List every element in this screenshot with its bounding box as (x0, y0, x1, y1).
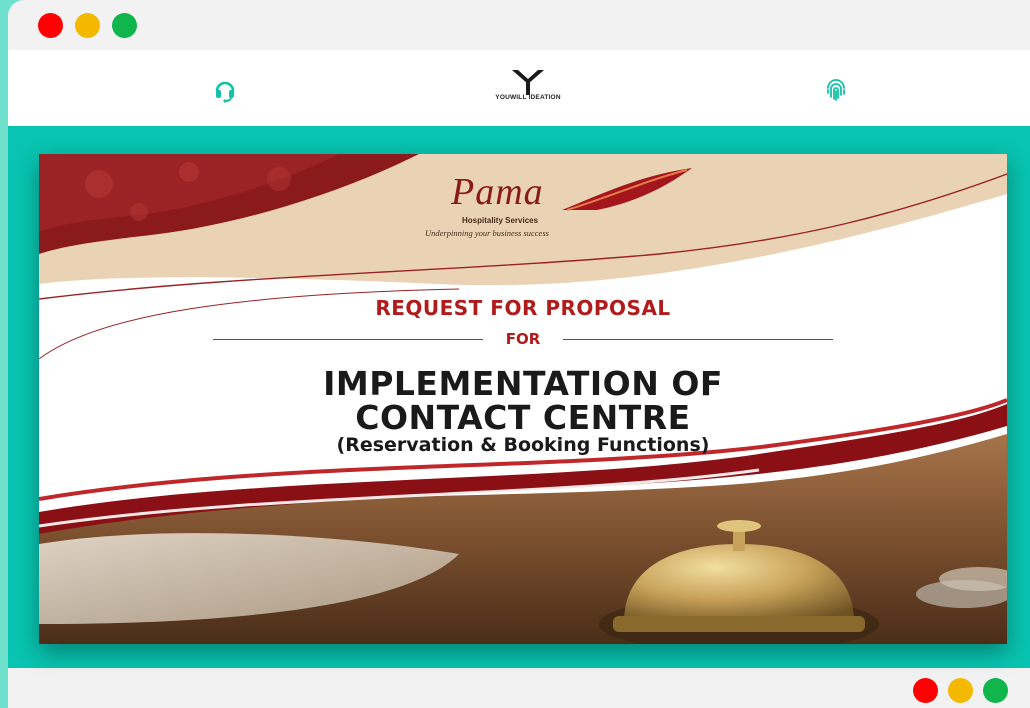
brand-name: Pama (451, 171, 544, 213)
top-navbar: YOUWILL IDEATION (8, 50, 1030, 127)
fingerprint-icon[interactable] (823, 77, 849, 103)
proposal-title: REQUEST FOR PROPOSAL (375, 296, 671, 320)
logo-text: YOUWILL IDEATION (495, 94, 561, 101)
maximize-dot-icon[interactable] (112, 13, 137, 38)
bottom-window-controls (913, 678, 1008, 703)
brand-tagline: Underpinning your business success (425, 228, 549, 238)
main-subheading: (Reservation & Booking Functions) (336, 434, 710, 456)
yellow-dot-icon[interactable] (948, 678, 973, 703)
window-controls (38, 13, 137, 38)
main-heading-line2: CONTACT CENTRE (355, 398, 691, 437)
content-stage: Pama Hospitality Services Underpinning y… (8, 126, 1030, 668)
proposal-cover-slide[interactable]: Pama Hospitality Services Underpinning y… (39, 154, 1007, 644)
logo-mark-icon (512, 70, 544, 95)
red-dot-icon[interactable] (913, 678, 938, 703)
minimize-dot-icon[interactable] (75, 13, 100, 38)
close-dot-icon[interactable] (38, 13, 63, 38)
for-label: FOR (505, 330, 541, 348)
pama-brand: Pama Hospitality Services Underpinning y… (407, 166, 727, 246)
green-dot-icon[interactable] (983, 678, 1008, 703)
divider-right (563, 339, 833, 340)
headset-icon[interactable] (212, 77, 238, 103)
browser-window: YOUWILL IDEATION Pama Hospitality Servic… (8, 0, 1030, 708)
feather-icon (562, 168, 692, 211)
youwill-ideation-logo[interactable]: YOUWILL IDEATION (478, 68, 578, 112)
brand-subtitle: Hospitality Services (462, 216, 539, 225)
